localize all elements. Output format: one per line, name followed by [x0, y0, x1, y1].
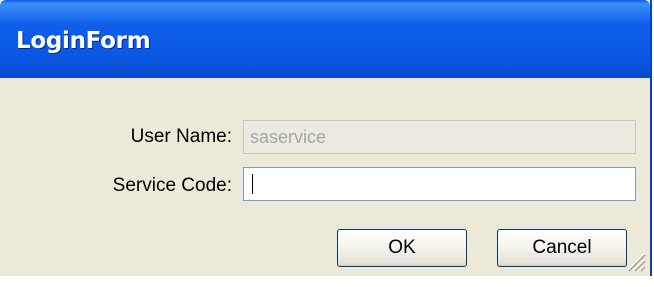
ok-button[interactable]: OK	[337, 229, 467, 267]
username-field	[243, 120, 636, 154]
window-title: LoginForm	[16, 28, 151, 54]
cancel-button[interactable]: Cancel	[497, 229, 627, 267]
login-dialog: LoginForm User Name: Service Code: OK Ca…	[0, 0, 652, 276]
title-bar[interactable]: LoginForm	[0, 0, 650, 78]
size-grip-icon[interactable]	[624, 250, 646, 272]
service-code-field[interactable]	[243, 167, 636, 201]
service-code-label: Service Code:	[112, 175, 232, 196]
text-caret	[252, 174, 253, 194]
username-label: User Name:	[130, 126, 232, 147]
dialog-body: User Name: Service Code: OK Cancel	[0, 78, 650, 276]
